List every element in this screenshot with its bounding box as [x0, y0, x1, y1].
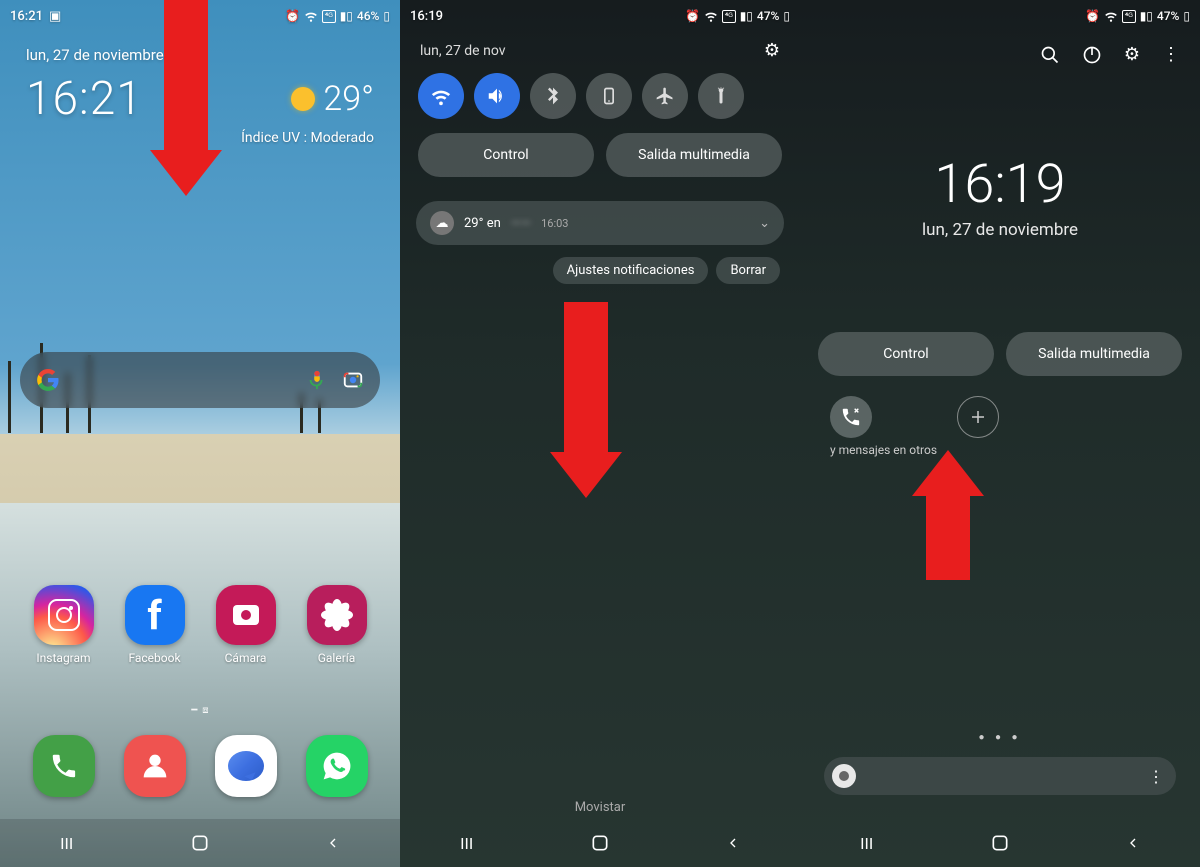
facebook-icon: f [125, 585, 185, 645]
app-instagram[interactable]: Instagram [28, 585, 100, 665]
app-facebook[interactable]: f Facebook [119, 585, 191, 665]
status-time: 16:19 [410, 9, 443, 24]
signal-icon: ▮▯ [340, 9, 353, 23]
status-time: 16:21 [10, 9, 43, 24]
camera-icon [233, 605, 259, 625]
qs-wifi[interactable] [418, 73, 464, 119]
clear-chip[interactable]: Borrar [716, 257, 780, 284]
brightness-knob[interactable] [832, 764, 856, 788]
battery-text: 47% [757, 9, 779, 23]
battery-icon: ▯ [783, 9, 790, 23]
alarm-icon: ⏰ [685, 9, 700, 23]
dock-contacts[interactable] [124, 735, 186, 797]
search-icon[interactable] [1040, 45, 1060, 65]
qs-sound[interactable] [474, 73, 520, 119]
alarm-icon: ⏰ [1085, 9, 1100, 23]
annotation-arrow-up [926, 450, 984, 580]
notif-time: 16:03 [541, 217, 568, 230]
nav-bar: III [0, 819, 400, 867]
wallpaper-sea [0, 503, 400, 867]
qs-airplane[interactable] [642, 73, 688, 119]
carrier-label: Movistar [400, 800, 800, 815]
battery-icon: ▯ [1183, 9, 1190, 23]
notif-temp: 29° en [464, 216, 501, 231]
quick-settings-expanded-panel: ⏰ ⁴ᴳ ▮▯ 47% ▯ ⚙ ⋮ 16:19 lun, 27 de novie… [800, 0, 1200, 867]
nav-back[interactable] [321, 831, 345, 855]
lens-icon[interactable] [342, 369, 364, 391]
volte-icon: ⁴ᴳ [322, 10, 336, 23]
nav-bar: III [400, 819, 800, 867]
messages-icon [228, 751, 264, 781]
wifi-icon [304, 9, 318, 23]
app-camera[interactable]: Cámara [210, 585, 282, 665]
sun-icon [291, 87, 315, 111]
notif-settings-chip[interactable]: Ajustes notificaciones [553, 257, 709, 284]
wifi-icon [704, 9, 718, 23]
alarm-icon: ⏰ [285, 9, 300, 23]
nav-recents[interactable]: III [55, 831, 79, 855]
battery-icon: ▯ [383, 9, 390, 23]
mic-icon[interactable] [306, 369, 328, 391]
device-control-pill[interactable]: Control [418, 133, 594, 177]
instagram-icon [48, 599, 80, 631]
media-output-pill[interactable]: Salida multimedia [606, 133, 782, 177]
qs-rotation[interactable] [586, 73, 632, 119]
device-control-pill[interactable]: Control [818, 332, 994, 376]
settings-gear-icon[interactable]: ⚙ [1124, 44, 1140, 65]
device-phone-icon[interactable] [830, 396, 872, 438]
volte-icon: ⁴ᴳ [1122, 10, 1136, 23]
weather-widget[interactable]: 29° [291, 79, 374, 119]
brightness-more-icon[interactable]: ⋮ [1144, 767, 1168, 786]
qs-flashlight[interactable] [698, 73, 744, 119]
brightness-slider[interactable]: ⋮ [824, 757, 1176, 795]
dock-whatsapp[interactable] [306, 735, 368, 797]
signal-icon: ▮▯ [740, 9, 753, 23]
shade-date[interactable]: lun, 27 de nov [420, 43, 505, 59]
chevron-down-icon[interactable]: ⌄ [759, 216, 770, 231]
nav-home[interactable] [588, 831, 612, 855]
add-device-button[interactable] [957, 396, 999, 438]
app-gallery[interactable]: Galería [301, 585, 373, 665]
battery-text: 46% [357, 9, 379, 23]
nav-recents[interactable]: III [855, 831, 879, 855]
image-icon: ▣ [49, 9, 61, 24]
cloud-icon: ☁ [430, 211, 454, 235]
notif-location-blurred: —— [511, 216, 531, 231]
google-search-bar[interactable] [20, 352, 380, 408]
wifi-icon [1104, 9, 1118, 23]
page-dots: ● ● ● [800, 732, 1200, 743]
annotation-arrow-down [164, 0, 222, 196]
dock-messages[interactable] [215, 735, 277, 797]
settings-gear-icon[interactable]: ⚙ [764, 40, 780, 61]
nav-home[interactable] [188, 831, 212, 855]
weather-temp: 29° [323, 79, 374, 119]
qs-bluetooth[interactable] [530, 73, 576, 119]
nav-bar: III [800, 819, 1200, 867]
media-output-pill[interactable]: Salida multimedia [1006, 332, 1182, 376]
home-clock[interactable]: 16:21 [26, 72, 143, 126]
gallery-icon [321, 599, 353, 631]
nav-recents[interactable]: III [455, 831, 479, 855]
home-screen-panel: 16:21 ▣ ⏰ ⁴ᴳ ▮▯ 46% ▯ lun, 27 de noviemb… [0, 0, 400, 867]
power-icon[interactable] [1082, 45, 1102, 65]
expanded-clock: 16:19 [800, 153, 1200, 216]
annotation-arrow-down [564, 302, 622, 498]
page-indicator: ━ ⧈ [0, 705, 400, 716]
signal-icon: ▮▯ [1140, 9, 1153, 23]
nav-back[interactable] [1121, 831, 1145, 855]
expanded-date: lun, 27 de noviembre [800, 220, 1200, 240]
notification-shade-panel: 16:19 ⏰ ⁴ᴳ ▮▯ 47% ▯ lun, 27 de nov ⚙ Con… [400, 0, 800, 867]
dock-phone[interactable] [33, 735, 95, 797]
brightness-sun-icon [839, 771, 849, 781]
google-logo-icon [36, 368, 60, 392]
more-icon[interactable]: ⋮ [1162, 44, 1180, 65]
nav-home[interactable] [988, 831, 1012, 855]
weather-notification[interactable]: ☁ 29° en —— 16:03 ⌄ [416, 201, 784, 245]
battery-text: 47% [1157, 9, 1179, 23]
volte-icon: ⁴ᴳ [722, 10, 736, 23]
nav-back[interactable] [721, 831, 745, 855]
